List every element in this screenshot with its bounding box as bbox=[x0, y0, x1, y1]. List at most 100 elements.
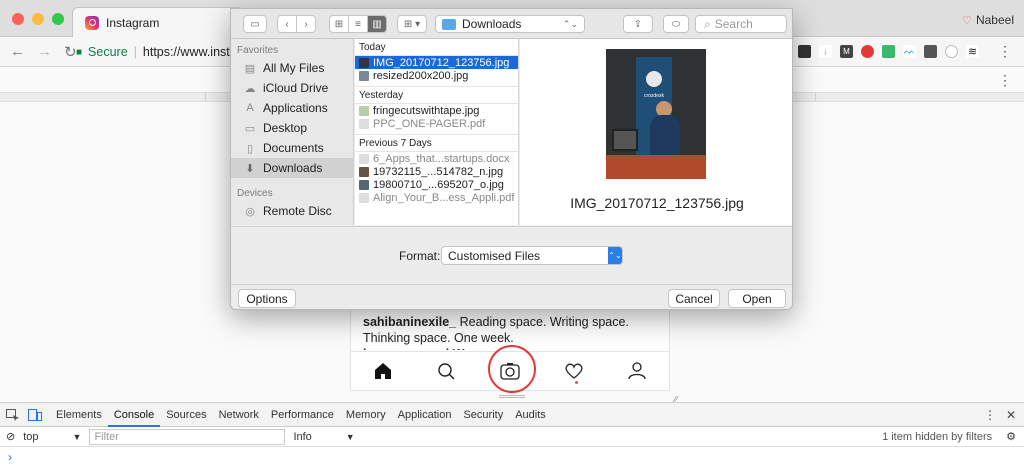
forward-arrow-icon[interactable]: → bbox=[37, 43, 52, 61]
devtools-tab-network[interactable]: Network bbox=[213, 403, 265, 427]
sidebar-item-applications[interactable]: A Applications bbox=[231, 98, 353, 118]
file-preview-pane: crozdesk IMG_20170712_123756.jpg bbox=[520, 39, 792, 225]
file-item[interactable]: resized200x200.jpg bbox=[355, 69, 518, 82]
icon-view-icon[interactable]: ⊞ bbox=[329, 15, 349, 33]
sidebar-item-icloud-drive[interactable]: ☁ iCloud Drive bbox=[231, 78, 353, 98]
lock-icon: ■ bbox=[76, 46, 83, 58]
devtools-tab-application[interactable]: Application bbox=[392, 403, 458, 427]
applications-icon: A bbox=[246, 102, 254, 114]
file-item[interactable]: 19732115_...514782_n.jpg bbox=[355, 165, 518, 178]
file-column: Today IMG_20170712_123756.jpg resized200… bbox=[355, 39, 519, 225]
reload-icon[interactable]: ↻ bbox=[64, 43, 77, 61]
home-icon[interactable] bbox=[370, 358, 396, 384]
device-toolbar-icon[interactable] bbox=[28, 408, 42, 421]
desktop-icon: ▭ bbox=[244, 122, 256, 135]
dialog-search-input[interactable]: ⌕ Search bbox=[695, 15, 787, 33]
sidebar-item-all-my-files[interactable]: ▤ All My Files bbox=[231, 58, 353, 78]
inspect-element-icon[interactable] bbox=[6, 408, 20, 421]
magnifier-icon: ⌕ bbox=[704, 16, 711, 31]
file-item[interactable]: PPC_ONE-PAGER.pdf bbox=[355, 117, 518, 130]
devtools-tab-security[interactable]: Security bbox=[457, 403, 509, 427]
devices-header: Devices bbox=[237, 188, 273, 199]
extension-new-icon[interactable] bbox=[882, 45, 895, 58]
context-dropdown-icon[interactable]: ▼ bbox=[73, 432, 82, 442]
select-stepper-icon: ⌃⌄ bbox=[608, 247, 622, 264]
file-item[interactable]: 6_Apps_that...startups.docx bbox=[355, 152, 518, 165]
devtools-menu-icon[interactable]: ⋮ bbox=[984, 408, 996, 422]
extension-record-icon[interactable] bbox=[861, 45, 874, 58]
profile-person-icon[interactable] bbox=[624, 358, 650, 384]
extension-wave-icon[interactable]: ᨓ bbox=[903, 45, 916, 58]
browser-tab-instagram[interactable]: Instagram bbox=[72, 7, 244, 37]
console-filter-bar: ⊘ top ▼ Filter Info ▼ 1 item hidden by f… bbox=[0, 427, 1024, 447]
share-icon[interactable]: ⇪ bbox=[623, 15, 653, 33]
devtools-tab-console[interactable]: Console bbox=[107, 403, 161, 427]
post-username[interactable]: sahibaninexile_ bbox=[363, 315, 456, 329]
back-chevron-icon[interactable]: ‹ bbox=[277, 15, 297, 33]
location-popup[interactable]: Downloads ⌃⌄ bbox=[435, 15, 585, 33]
devtools-tab-elements[interactable]: Elements bbox=[50, 403, 108, 427]
sidebar-toggle-icon[interactable]: ▭ bbox=[243, 15, 267, 33]
page-menu-icon[interactable]: ⋮ bbox=[998, 72, 1012, 89]
browser-menu-icon[interactable]: ⋮ bbox=[998, 43, 1012, 60]
console-filter-input[interactable]: Filter bbox=[89, 428, 286, 445]
tab-title: Instagram bbox=[106, 15, 160, 30]
drag-handle-icon[interactable] bbox=[499, 395, 525, 398]
devtools-close-icon[interactable]: ✕ bbox=[1006, 408, 1016, 422]
log-level-select[interactable]: Info bbox=[293, 431, 311, 443]
devtools-tab-memory[interactable]: Memory bbox=[340, 403, 392, 427]
tag-icon[interactable]: ⬭ bbox=[663, 15, 689, 33]
options-button[interactable]: Options bbox=[238, 289, 296, 308]
devtools-tab-audits[interactable]: Audits bbox=[509, 403, 552, 427]
open-button[interactable]: Open bbox=[728, 289, 786, 308]
file-item[interactable]: fringecutswithtape.jpg bbox=[355, 104, 518, 117]
image-file-icon bbox=[359, 57, 369, 68]
clear-console-icon[interactable]: ⊘ bbox=[6, 430, 15, 443]
forward-chevron-icon[interactable]: › bbox=[296, 15, 316, 33]
file-item[interactable]: Align_Your_B...ess_Appli.pdf bbox=[355, 191, 518, 204]
extension-circle-icon[interactable] bbox=[945, 45, 958, 58]
log-level-dropdown-icon[interactable]: ▼ bbox=[346, 432, 355, 442]
url-text: https://www.insta bbox=[142, 45, 237, 59]
sidebar-item-documents[interactable]: ▯ Documents bbox=[231, 138, 353, 158]
zoom-window-button[interactable] bbox=[52, 13, 64, 25]
devtools-tab-performance[interactable]: Performance bbox=[265, 403, 340, 427]
preview-image: crozdesk bbox=[606, 49, 706, 179]
search-icon[interactable] bbox=[433, 358, 459, 384]
sidebar-item-label: Remote Disc bbox=[263, 204, 332, 218]
sidebar-item-label: iCloud Drive bbox=[263, 81, 329, 95]
column-view-icon[interactable]: ▥ bbox=[367, 15, 387, 33]
devtools-tab-sources[interactable]: Sources bbox=[160, 403, 212, 427]
format-select[interactable]: Customised Files ⌃⌄ bbox=[441, 246, 623, 265]
image-file-icon bbox=[359, 179, 369, 190]
sidebar-item-desktop[interactable]: ▭ Desktop bbox=[231, 118, 353, 138]
devtools-window-controls: ⋮ ✕ bbox=[984, 408, 1024, 422]
pdf-file-icon bbox=[359, 192, 369, 203]
file-open-dialog: ▭ ‹ › ⊞ ≡ ▥ ⊞ ▾ Downloads ⌃⌄ ⇪ ⬭ ⌕ Searc… bbox=[230, 8, 793, 310]
context-selector[interactable]: top bbox=[23, 431, 38, 443]
sidebar-item-remote-disc[interactable]: ◎ Remote Disc bbox=[231, 201, 353, 221]
file-name: 19732115_...514782_n.jpg bbox=[373, 165, 504, 178]
extension-dark-icon[interactable] bbox=[798, 45, 811, 58]
secure-label: Secure bbox=[88, 45, 128, 59]
back-arrow-icon[interactable]: ← bbox=[10, 43, 25, 61]
extension-film-icon[interactable] bbox=[924, 45, 937, 58]
extension-download-icon[interactable]: ↓ bbox=[819, 45, 832, 58]
image-file-icon bbox=[359, 70, 369, 81]
extension-m-icon[interactable]: M bbox=[840, 45, 853, 58]
extension-layers-icon[interactable]: ≋ bbox=[966, 45, 979, 58]
heart-icon[interactable] bbox=[561, 358, 587, 384]
gallery-view-icon[interactable]: ⊞ ▾ bbox=[397, 15, 427, 33]
list-view-icon[interactable]: ≡ bbox=[348, 15, 368, 33]
close-window-button[interactable] bbox=[12, 13, 24, 25]
cancel-button[interactable]: Cancel bbox=[668, 289, 720, 308]
console-settings-icon[interactable]: ⚙ bbox=[1006, 430, 1024, 443]
console-prompt[interactable]: › bbox=[0, 447, 1024, 467]
file-item[interactable]: IMG_20170712_123756.jpg bbox=[355, 56, 518, 69]
dialog-footer: Options Cancel Open bbox=[231, 284, 792, 309]
profile-button[interactable]: ♡ Nabeel bbox=[962, 13, 1014, 27]
minimize-window-button[interactable] bbox=[32, 13, 44, 25]
sidebar-item-downloads[interactable]: ⬇ Downloads bbox=[231, 158, 353, 178]
file-item[interactable]: 19800710_...695207_o.jpg bbox=[355, 178, 518, 191]
file-name: PPC_ONE-PAGER.pdf bbox=[373, 117, 486, 130]
